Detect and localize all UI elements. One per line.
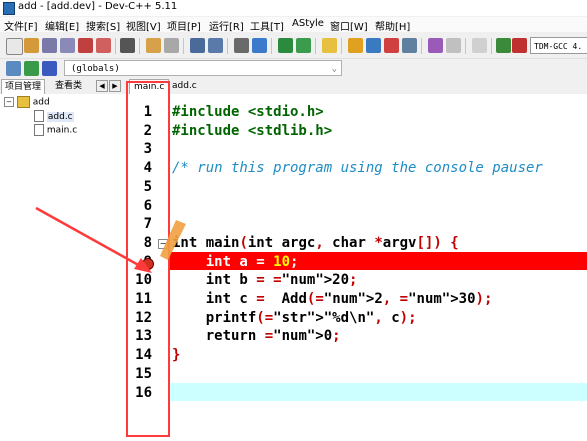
annotation-arrow-icon bbox=[35, 206, 186, 273]
project-icon bbox=[16, 96, 30, 108]
toolbar-separator bbox=[139, 38, 140, 54]
code-line: return ="num">0; bbox=[172, 328, 341, 345]
toolbar-separator bbox=[227, 38, 228, 54]
tree-file-main[interactable]: main.c bbox=[34, 124, 77, 136]
scope-combo[interactable]: (globals) ⌄ bbox=[64, 60, 342, 76]
tree-project-node[interactable]: − add bbox=[4, 96, 50, 108]
print-icon[interactable] bbox=[120, 38, 135, 53]
find-icon[interactable] bbox=[190, 38, 205, 53]
undo-icon[interactable] bbox=[146, 38, 161, 53]
menu-project[interactable]: 项目[P] bbox=[167, 18, 201, 33]
menu-tools[interactable]: 工具[T] bbox=[250, 18, 284, 33]
code-line: #include <stdlib.h> bbox=[172, 122, 333, 139]
unindent-icon[interactable] bbox=[252, 38, 267, 53]
goto-icon[interactable] bbox=[278, 38, 293, 53]
collapse-icon[interactable]: − bbox=[4, 97, 14, 107]
project-icon[interactable] bbox=[322, 38, 337, 53]
app-icon bbox=[3, 2, 15, 15]
code-line: #include <stdio.h> bbox=[172, 104, 324, 120]
toolbar-separator bbox=[115, 38, 116, 54]
run-icon[interactable] bbox=[366, 38, 381, 53]
code-line: int b = ="num">20; bbox=[172, 272, 358, 289]
menu-edit[interactable]: 编辑[E] bbox=[45, 18, 79, 33]
menu-view[interactable]: 视图[V] bbox=[126, 18, 161, 33]
file-icon bbox=[34, 124, 44, 136]
tab-project-manager[interactable]: 项目管理 bbox=[1, 79, 46, 94]
toolbar-separator bbox=[271, 38, 272, 54]
tab-add-c[interactable]: add.c bbox=[168, 79, 201, 93]
code-line: printf(="str">"%d\n", c); bbox=[172, 309, 417, 326]
rebuild-icon[interactable] bbox=[402, 38, 417, 53]
goto-bookmark-icon[interactable] bbox=[42, 61, 57, 76]
window-title: add - [add.dev] - Dev-C++ 5.11 bbox=[18, 1, 178, 12]
tree-file-label: add.c bbox=[46, 111, 74, 122]
scroll-left-icon[interactable]: ◀ bbox=[96, 80, 108, 92]
main-toolbar: TDM-GCC 4. bbox=[0, 34, 587, 59]
compile-run-icon[interactable] bbox=[384, 38, 399, 53]
indent-icon[interactable] bbox=[234, 38, 249, 53]
replace-icon[interactable] bbox=[208, 38, 223, 53]
menu-run[interactable]: 运行[R] bbox=[209, 18, 244, 33]
new-file-icon[interactable] bbox=[6, 38, 23, 55]
code-editor: main.c add.c 12345678910111213141516− #i… bbox=[128, 78, 587, 441]
save-all-icon[interactable] bbox=[60, 38, 75, 53]
title-bar: add - [add.dev] - Dev-C++ 5.11 bbox=[0, 0, 587, 16]
chevron-down-icon: ⌄ bbox=[331, 64, 337, 74]
code-line: int main(int argc, char *argv[]) { bbox=[172, 234, 459, 251]
save-icon[interactable] bbox=[42, 38, 57, 53]
menu-help[interactable]: 帮助[H] bbox=[375, 18, 410, 33]
tree-project-label: add bbox=[32, 97, 50, 108]
debug-icon[interactable] bbox=[446, 38, 461, 53]
menu-astyle[interactable]: AStyle bbox=[292, 18, 324, 29]
code-line: int c = Add(="num">2, ="num">30); bbox=[172, 291, 493, 307]
panel-tabs: 项目管理 查看类 ◀ ▶ bbox=[0, 78, 128, 94]
close-all-icon[interactable] bbox=[96, 38, 111, 53]
code-line: /* run this program using the console pa… bbox=[172, 160, 543, 177]
toolbar-separator bbox=[421, 38, 422, 54]
open-file-icon[interactable] bbox=[24, 38, 39, 53]
toolbar-separator bbox=[341, 38, 342, 54]
code-area[interactable]: #include <stdio.h> #include <stdlib.h> /* … bbox=[170, 94, 587, 441]
toolbar-separator bbox=[491, 38, 492, 54]
profile-icon[interactable] bbox=[512, 38, 527, 53]
compiler-select[interactable]: TDM-GCC 4. bbox=[530, 37, 587, 54]
editor-tabs: main.c add.c bbox=[128, 78, 587, 94]
stop-icon[interactable] bbox=[472, 38, 487, 53]
menu-search[interactable]: 搜索[S] bbox=[86, 18, 120, 33]
chart-icon[interactable] bbox=[496, 38, 511, 53]
tree-file-label: main.c bbox=[46, 125, 78, 136]
toolbar-separator bbox=[183, 38, 184, 54]
class-toolbar: (globals) ⌄ bbox=[0, 59, 587, 78]
check-icon[interactable] bbox=[428, 38, 443, 53]
close-icon[interactable] bbox=[78, 38, 93, 53]
tab-class-view[interactable]: 查看类 bbox=[52, 79, 85, 93]
tree-file-add[interactable]: add.c bbox=[34, 110, 74, 122]
insert-icon[interactable] bbox=[6, 61, 21, 76]
code-line: } bbox=[172, 347, 181, 364]
bookmark-icon[interactable] bbox=[296, 38, 311, 53]
scope-value: (globals) bbox=[71, 64, 120, 74]
scroll-right-icon[interactable]: ▶ bbox=[109, 80, 121, 92]
menu-file[interactable]: 文件[F] bbox=[4, 18, 38, 33]
toolbar-separator bbox=[465, 38, 466, 54]
toggle-bookmark-icon[interactable] bbox=[24, 61, 39, 76]
toolbar-separator bbox=[315, 38, 316, 54]
file-icon bbox=[34, 110, 44, 122]
menu-window[interactable]: 窗口[W] bbox=[330, 18, 368, 33]
menu-bar: 文件[F] 编辑[E] 搜索[S] 视图[V] 项目[P] 运行[R] 工具[T… bbox=[0, 17, 587, 33]
redo-icon[interactable] bbox=[164, 38, 179, 53]
code-line: int a = 10; bbox=[172, 253, 299, 270]
compile-icon[interactable] bbox=[348, 38, 363, 53]
